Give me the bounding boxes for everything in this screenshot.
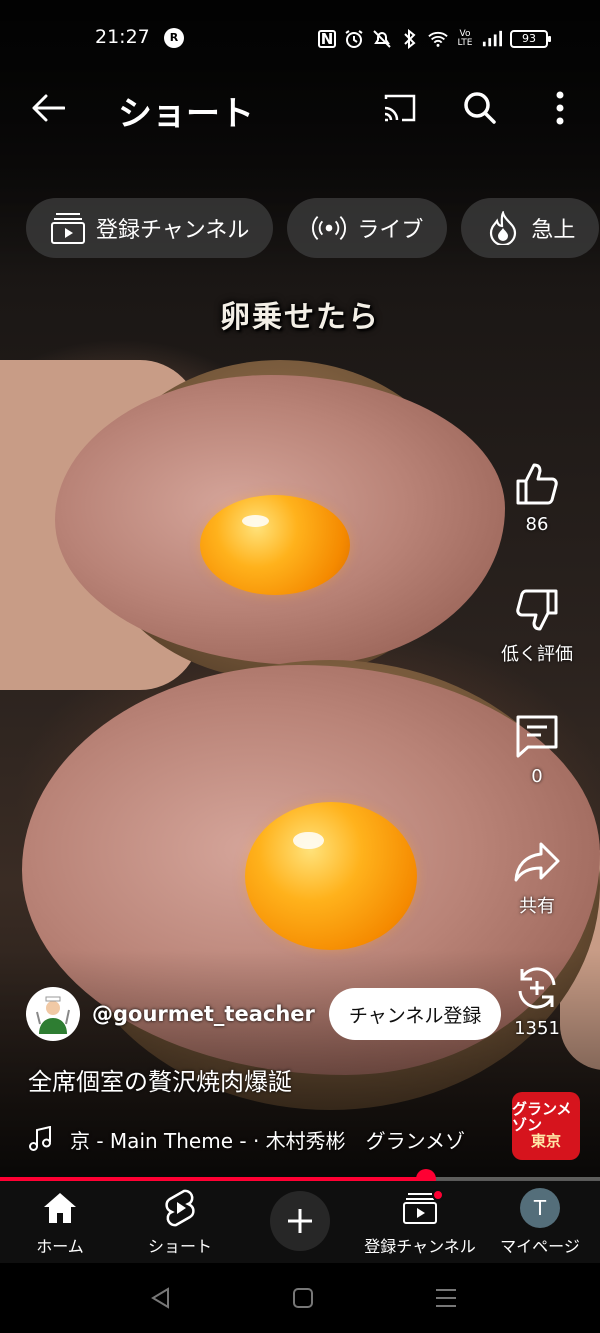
live-icon <box>311 210 347 246</box>
sound-thumb-line1: グランメゾン <box>512 1100 572 1135</box>
chip-label: 急上 <box>531 218 576 243</box>
nav-subscriptions[interactable]: 登録チャンネル <box>360 1189 480 1257</box>
action-rail: 86 低く評価 0 共有 1351 <box>492 458 582 1058</box>
nav-shorts[interactable]: ショート <box>120 1189 240 1257</box>
channel-handle[interactable]: @gourmet_teacher <box>92 1002 315 1026</box>
more-options-button[interactable] <box>540 88 580 128</box>
account-avatar-wrap: T <box>520 1188 560 1228</box>
egg-yolk-bottom <box>245 802 417 950</box>
cast-icon <box>384 94 416 122</box>
status-bar: 21:27 R N Vo LTE 93 <box>0 22 600 58</box>
system-recents-button[interactable] <box>426 1283 466 1313</box>
channel-row: @gourmet_teacher チャンネル登録 <box>26 986 502 1042</box>
square-home-icon <box>293 1288 313 1308</box>
music-note-icon <box>28 1126 52 1152</box>
bottom-navigation: ホーム ショート 登録チャンネル T マイページ <box>0 1181 600 1263</box>
like-button[interactable]: 86 <box>492 458 582 554</box>
search-icon <box>464 92 496 124</box>
bluetooth-icon <box>400 29 420 49</box>
chef-avatar-icon <box>36 996 70 1034</box>
chip-label: ライブ <box>357 218 424 243</box>
nav-home[interactable]: ホーム <box>0 1189 120 1257</box>
r-badge-icon: R <box>164 28 184 48</box>
subscriptions-icon <box>50 210 86 246</box>
cast-button[interactable] <box>380 88 420 128</box>
nav-you[interactable]: T マイページ <box>480 1188 600 1257</box>
comment-count: 0 <box>531 766 543 787</box>
share-label: 共有 <box>519 896 555 917</box>
nav-subscriptions-label: 登録チャンネル <box>364 1237 476 1256</box>
shorts-icon <box>160 1189 200 1227</box>
account-avatar: T <box>520 1188 560 1228</box>
more-vert-icon <box>556 91 564 125</box>
back-arrow-icon <box>32 94 65 122</box>
nav-you-label: マイページ <box>500 1237 580 1256</box>
music-title: 京 - Main Theme - · 木村秀彬 グランメゾ <box>70 1128 466 1153</box>
dislike-button[interactable]: 低く評価 <box>492 584 582 680</box>
status-icons: N Vo LTE 93 <box>318 28 551 50</box>
volte-icon: Vo LTE <box>457 29 473 48</box>
chip-subscriptions[interactable]: 登録チャンネル <box>26 198 274 258</box>
egg-yolk-top <box>200 495 350 595</box>
plus-icon <box>288 1209 312 1233</box>
sound-thumbnail[interactable]: グランメゾン 東京 <box>512 1092 580 1160</box>
triangle-back-icon <box>151 1287 169 1309</box>
signal-icon <box>482 29 502 49</box>
system-home-button[interactable] <box>283 1283 323 1313</box>
sound-thumb-line2: 東京 <box>530 1131 561 1150</box>
channel-avatar[interactable] <box>26 987 80 1041</box>
back-button[interactable] <box>28 88 68 128</box>
nav-shorts-label: ショート <box>147 1237 212 1256</box>
system-back-button[interactable] <box>140 1283 180 1313</box>
menu-lines-icon <box>436 1289 456 1307</box>
create-button[interactable] <box>270 1191 330 1251</box>
chip-live[interactable]: ライブ <box>287 198 448 258</box>
feed-filter-chips: 登録チャンネル ライブ 急上 <box>26 198 600 260</box>
alarm-icon <box>344 29 364 49</box>
dislike-label: 低く評価 <box>501 644 573 665</box>
subscriptions-icon <box>400 1189 444 1227</box>
video-caption: 卵乗せたら <box>220 300 380 335</box>
page-title: ショート <box>118 94 254 134</box>
share-button[interactable]: 共有 <box>492 836 582 932</box>
chip-trending[interactable]: 急上 <box>461 198 600 258</box>
thumbs-up-icon <box>511 458 563 510</box>
search-button[interactable] <box>460 88 500 128</box>
remix-button[interactable]: 1351 <box>492 962 582 1058</box>
top-app-bar: ショート <box>0 80 600 136</box>
chip-label: 登録チャンネル <box>96 218 250 243</box>
remix-count: 1351 <box>514 1018 560 1039</box>
music-row[interactable]: 京 - Main Theme - · 木村秀彬 グランメゾ <box>28 1122 498 1156</box>
new-content-dot <box>432 1189 444 1201</box>
nav-home-label: ホーム <box>36 1237 84 1256</box>
status-time: 21:27 <box>95 26 150 48</box>
share-icon <box>511 836 563 888</box>
battery-indicator: 93 <box>510 30 551 48</box>
mute-icon <box>372 29 392 49</box>
wifi-icon <box>428 29 448 49</box>
nfc-icon: N <box>318 30 336 48</box>
comments-button[interactable]: 0 <box>492 710 582 806</box>
subscribe-button[interactable]: チャンネル登録 <box>328 988 502 1040</box>
thumbs-down-icon <box>511 584 563 636</box>
comment-icon <box>511 710 563 762</box>
trending-icon <box>485 210 521 246</box>
remix-icon <box>511 962 563 1014</box>
home-icon <box>40 1189 80 1227</box>
system-navigation-bar <box>0 1263 600 1333</box>
short-title[interactable]: 全席個室の贅沢焼肉爆誕 <box>28 1062 292 1097</box>
like-count: 86 <box>525 514 549 535</box>
